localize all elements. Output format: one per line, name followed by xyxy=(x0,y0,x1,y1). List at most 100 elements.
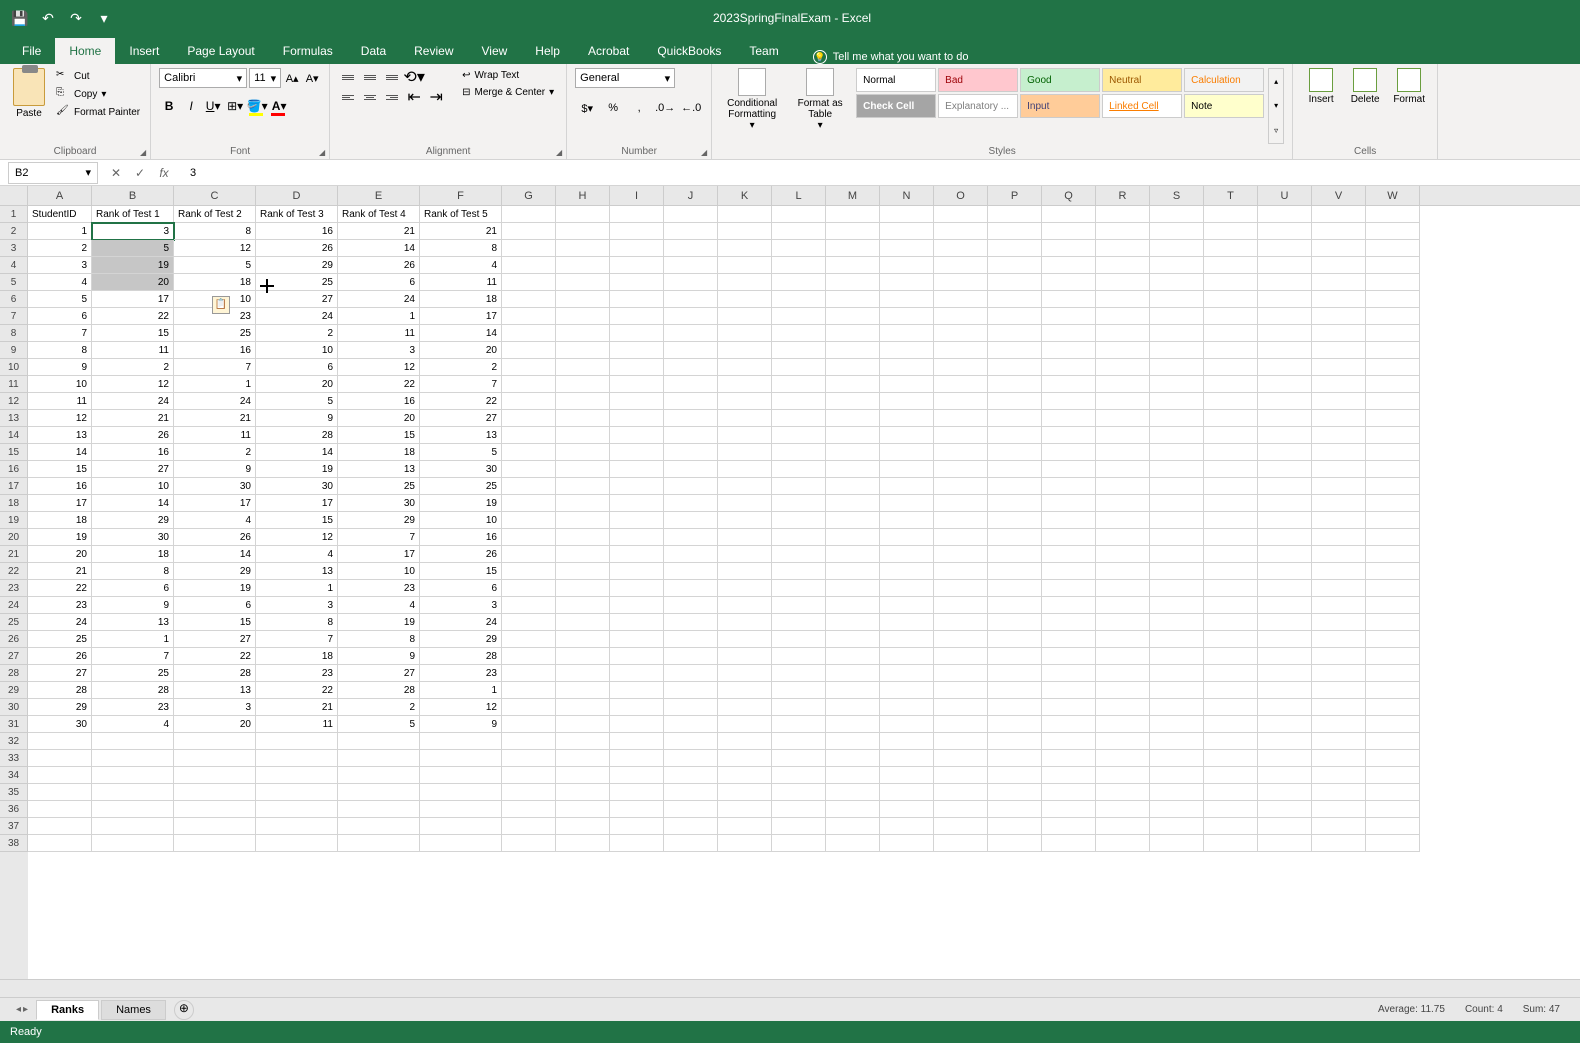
cell[interactable]: 11 xyxy=(28,393,92,410)
cell[interactable] xyxy=(1042,478,1096,495)
cell[interactable] xyxy=(610,529,664,546)
cell[interactable] xyxy=(772,835,826,852)
cell[interactable] xyxy=(1042,648,1096,665)
tell-me-search[interactable]: 💡Tell me what you want to do xyxy=(813,50,969,64)
cell[interactable] xyxy=(772,257,826,274)
cell[interactable] xyxy=(1150,631,1204,648)
cell[interactable] xyxy=(988,393,1042,410)
cell[interactable]: 29 xyxy=(28,699,92,716)
cell[interactable] xyxy=(610,818,664,835)
cell[interactable] xyxy=(1258,393,1312,410)
fill-color-button[interactable]: 🪣▾ xyxy=(247,96,267,116)
cell[interactable] xyxy=(610,699,664,716)
cell[interactable] xyxy=(1096,750,1150,767)
cell[interactable] xyxy=(28,835,92,852)
cell[interactable] xyxy=(772,444,826,461)
cell[interactable] xyxy=(1258,223,1312,240)
cell[interactable] xyxy=(988,580,1042,597)
cell[interactable]: 9 xyxy=(174,461,256,478)
cell[interactable]: 8 xyxy=(420,240,502,257)
cell[interactable] xyxy=(1150,461,1204,478)
cell[interactable] xyxy=(1042,597,1096,614)
cell[interactable] xyxy=(1366,223,1420,240)
cell[interactable] xyxy=(92,784,174,801)
cell[interactable] xyxy=(1096,563,1150,580)
cell[interactable] xyxy=(1042,427,1096,444)
tab-review[interactable]: Review xyxy=(400,38,467,64)
cell[interactable] xyxy=(880,801,934,818)
cell[interactable] xyxy=(1150,529,1204,546)
cell[interactable] xyxy=(1096,427,1150,444)
cell[interactable] xyxy=(880,631,934,648)
cell[interactable] xyxy=(1042,665,1096,682)
cell[interactable]: 2 xyxy=(92,359,174,376)
cell-styles-gallery[interactable]: NormalBadGoodNeutralCalculationCheck Cel… xyxy=(856,68,1264,144)
cell[interactable] xyxy=(934,427,988,444)
paste-options-button[interactable]: 📋 xyxy=(212,296,230,314)
cell[interactable] xyxy=(1150,240,1204,257)
cell[interactable] xyxy=(502,835,556,852)
cell[interactable] xyxy=(880,665,934,682)
sheet-tab-ranks[interactable]: Ranks xyxy=(36,1000,99,1020)
cell[interactable] xyxy=(664,325,718,342)
tab-quickbooks[interactable]: QuickBooks xyxy=(643,38,735,64)
cell[interactable] xyxy=(1204,835,1258,852)
insert-cells-button[interactable]: Insert xyxy=(1301,68,1341,144)
tab-nav-last[interactable]: ▸ xyxy=(23,1004,28,1015)
cell[interactable] xyxy=(1204,444,1258,461)
cell[interactable] xyxy=(174,767,256,784)
cell[interactable] xyxy=(556,784,610,801)
cell[interactable] xyxy=(826,631,880,648)
cell[interactable]: 25 xyxy=(174,325,256,342)
column-header-S[interactable]: S xyxy=(1150,186,1204,205)
cell[interactable]: 15 xyxy=(92,325,174,342)
cell[interactable] xyxy=(988,478,1042,495)
clipboard-launcher-icon[interactable]: ◢ xyxy=(140,148,146,157)
cell[interactable]: 11 xyxy=(338,325,420,342)
cell[interactable]: 3 xyxy=(256,597,338,614)
cell[interactable] xyxy=(718,206,772,223)
cell[interactable] xyxy=(718,631,772,648)
cell[interactable] xyxy=(880,308,934,325)
cell[interactable] xyxy=(988,716,1042,733)
cell[interactable] xyxy=(1258,648,1312,665)
cell[interactable] xyxy=(1042,393,1096,410)
cell[interactable] xyxy=(556,410,610,427)
cell[interactable] xyxy=(420,835,502,852)
cell[interactable] xyxy=(772,648,826,665)
cell[interactable] xyxy=(772,308,826,325)
row-header-36[interactable]: 36 xyxy=(0,801,28,818)
cell[interactable]: 5 xyxy=(420,444,502,461)
cell[interactable] xyxy=(610,750,664,767)
cut-button[interactable]: ✂Cut xyxy=(54,68,142,84)
style-good[interactable]: Good xyxy=(1020,68,1100,92)
cell[interactable]: 10 xyxy=(92,478,174,495)
column-header-N[interactable]: N xyxy=(880,186,934,205)
cell[interactable] xyxy=(988,750,1042,767)
cell[interactable] xyxy=(420,733,502,750)
cell[interactable] xyxy=(1312,784,1366,801)
cell[interactable]: 25 xyxy=(92,665,174,682)
cell[interactable] xyxy=(988,614,1042,631)
style-input[interactable]: Input xyxy=(1020,94,1100,118)
cell[interactable] xyxy=(610,308,664,325)
cell[interactable] xyxy=(1258,206,1312,223)
row-header-6[interactable]: 6 xyxy=(0,291,28,308)
column-header-G[interactable]: G xyxy=(502,186,556,205)
cell[interactable]: 25 xyxy=(338,478,420,495)
cell[interactable] xyxy=(1150,444,1204,461)
cell[interactable] xyxy=(1042,546,1096,563)
tab-file[interactable]: File xyxy=(8,38,55,64)
cell[interactable] xyxy=(28,801,92,818)
cell[interactable]: 4 xyxy=(28,274,92,291)
cell[interactable] xyxy=(1150,614,1204,631)
cell[interactable] xyxy=(1150,597,1204,614)
cell[interactable]: 21 xyxy=(28,563,92,580)
cell[interactable] xyxy=(610,495,664,512)
cell[interactable] xyxy=(420,750,502,767)
cell[interactable] xyxy=(1366,801,1420,818)
cell[interactable]: 14 xyxy=(174,546,256,563)
cell[interactable] xyxy=(988,444,1042,461)
cell[interactable]: 11 xyxy=(256,716,338,733)
cell[interactable] xyxy=(1042,767,1096,784)
